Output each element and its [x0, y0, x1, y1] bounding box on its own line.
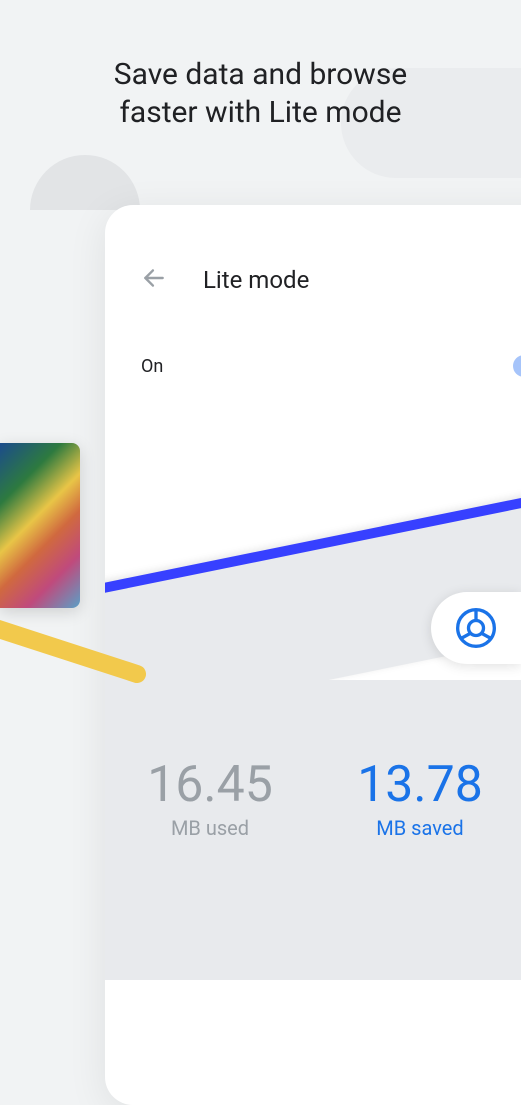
stat-saved: 13.78 MB saved [357, 760, 483, 840]
stat-used: 16.45 MB used [147, 760, 273, 840]
chrome-icon [456, 608, 496, 648]
headline-text: faster with Lite mode [119, 95, 401, 130]
saved-value: 13.78 [357, 760, 483, 810]
art-thumbnail [0, 443, 80, 608]
used-label: MB used [147, 816, 273, 840]
saved-label: MB saved [357, 816, 483, 840]
page-headline: Save data and browse faster with Lite mo… [0, 56, 521, 131]
toggle-label: On [141, 356, 163, 377]
back-arrow-icon[interactable] [141, 265, 167, 295]
lite-mode-toggle[interactable] [513, 355, 521, 377]
headline-text: Save data and browse [114, 57, 407, 92]
used-value: 16.45 [147, 760, 273, 810]
lite-mode-toggle-row: On [105, 295, 521, 417]
cloud-decoration [30, 155, 140, 210]
card-header: Lite mode [105, 205, 521, 295]
card-title: Lite mode [203, 266, 309, 294]
data-stats: 16.45 MB used 13.78 MB saved [105, 760, 521, 840]
chrome-button[interactable] [431, 592, 521, 664]
